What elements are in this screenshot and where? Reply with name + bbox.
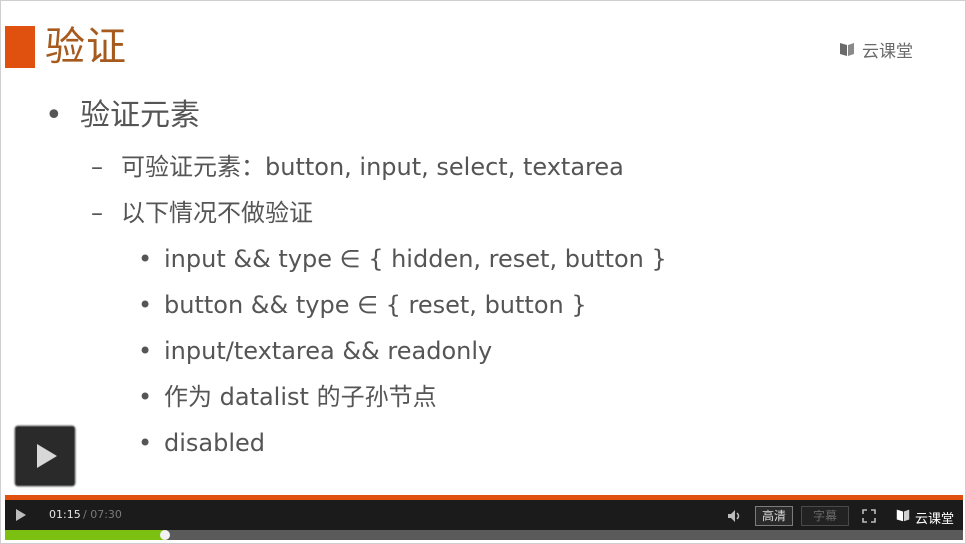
progress-fill bbox=[5, 530, 165, 540]
nested-bullet-dot: • bbox=[138, 337, 153, 365]
sub-bullet-text: 以下情况不做验证 bbox=[121, 199, 313, 227]
big-play-button[interactable] bbox=[15, 426, 75, 486]
hd-quality-button[interactable]: 高清 bbox=[755, 506, 793, 526]
sub-bullet-dash: – bbox=[91, 199, 103, 227]
nested-bullet-text: input && type ∈ { hidden, reset, button … bbox=[164, 245, 667, 273]
bullet-text: 验证元素 bbox=[80, 98, 200, 133]
slide-logo: 云课堂 bbox=[838, 38, 913, 62]
nested-bullet-text: input/textarea && readonly bbox=[164, 337, 493, 365]
slide-logo-text: 云课堂 bbox=[862, 41, 913, 62]
sub-bullet-dash: – bbox=[91, 153, 103, 181]
progress-handle[interactable] bbox=[159, 530, 170, 540]
total-time: / 07:30 bbox=[83, 508, 122, 521]
title-accent-bar bbox=[5, 26, 35, 68]
progress-bar[interactable] bbox=[5, 530, 963, 540]
nested-bullet-dot: • bbox=[138, 383, 153, 411]
nested-bullet: • 作为 datalist 的子孙节点 bbox=[138, 381, 437, 413]
player-control-bar: 01:15 / 07:30 高清 字幕 云课堂 bbox=[5, 500, 963, 530]
nested-bullet-dot: • bbox=[138, 291, 153, 319]
play-icon[interactable] bbox=[16, 509, 26, 521]
current-time: 01:15 bbox=[49, 508, 81, 521]
nested-bullet: • input && type ∈ { hidden, reset, button… bbox=[138, 243, 667, 275]
subtitle-button[interactable]: 字幕 bbox=[801, 506, 849, 526]
sub-bullet: – 可验证元素：button, input, select, textarea bbox=[91, 151, 624, 183]
nested-bullet-text: 作为 datalist 的子孙节点 bbox=[164, 383, 437, 411]
nested-bullet-text: button && type ∈ { reset, button } bbox=[164, 291, 587, 319]
nested-bullet-dot: • bbox=[138, 245, 153, 273]
player-logo-text: 云课堂 bbox=[915, 511, 955, 527]
book-icon bbox=[838, 40, 856, 58]
nested-bullet: • disabled bbox=[138, 427, 265, 459]
nested-bullet: • button && type ∈ { reset, button } bbox=[138, 289, 587, 321]
player-logo: 云课堂 bbox=[895, 507, 954, 527]
book-icon bbox=[895, 507, 911, 527]
volume-icon[interactable] bbox=[727, 508, 743, 522]
bullet-dot: • bbox=[45, 98, 63, 133]
slide-title: 验证 bbox=[45, 24, 127, 70]
play-icon bbox=[37, 444, 57, 468]
sub-bullet: – 以下情况不做验证 bbox=[91, 197, 313, 229]
nested-bullet-dot: • bbox=[138, 429, 153, 457]
nested-bullet: • input/textarea && readonly bbox=[138, 335, 492, 367]
nested-bullet-text: disabled bbox=[164, 429, 266, 457]
fullscreen-icon[interactable] bbox=[862, 508, 876, 523]
sub-bullet-text: 可验证元素：button, input, select, textarea bbox=[121, 153, 624, 181]
slide: 验证 云课堂 • 验证元素 – 可验证元素：button, input, sele… bbox=[5, 2, 963, 495]
